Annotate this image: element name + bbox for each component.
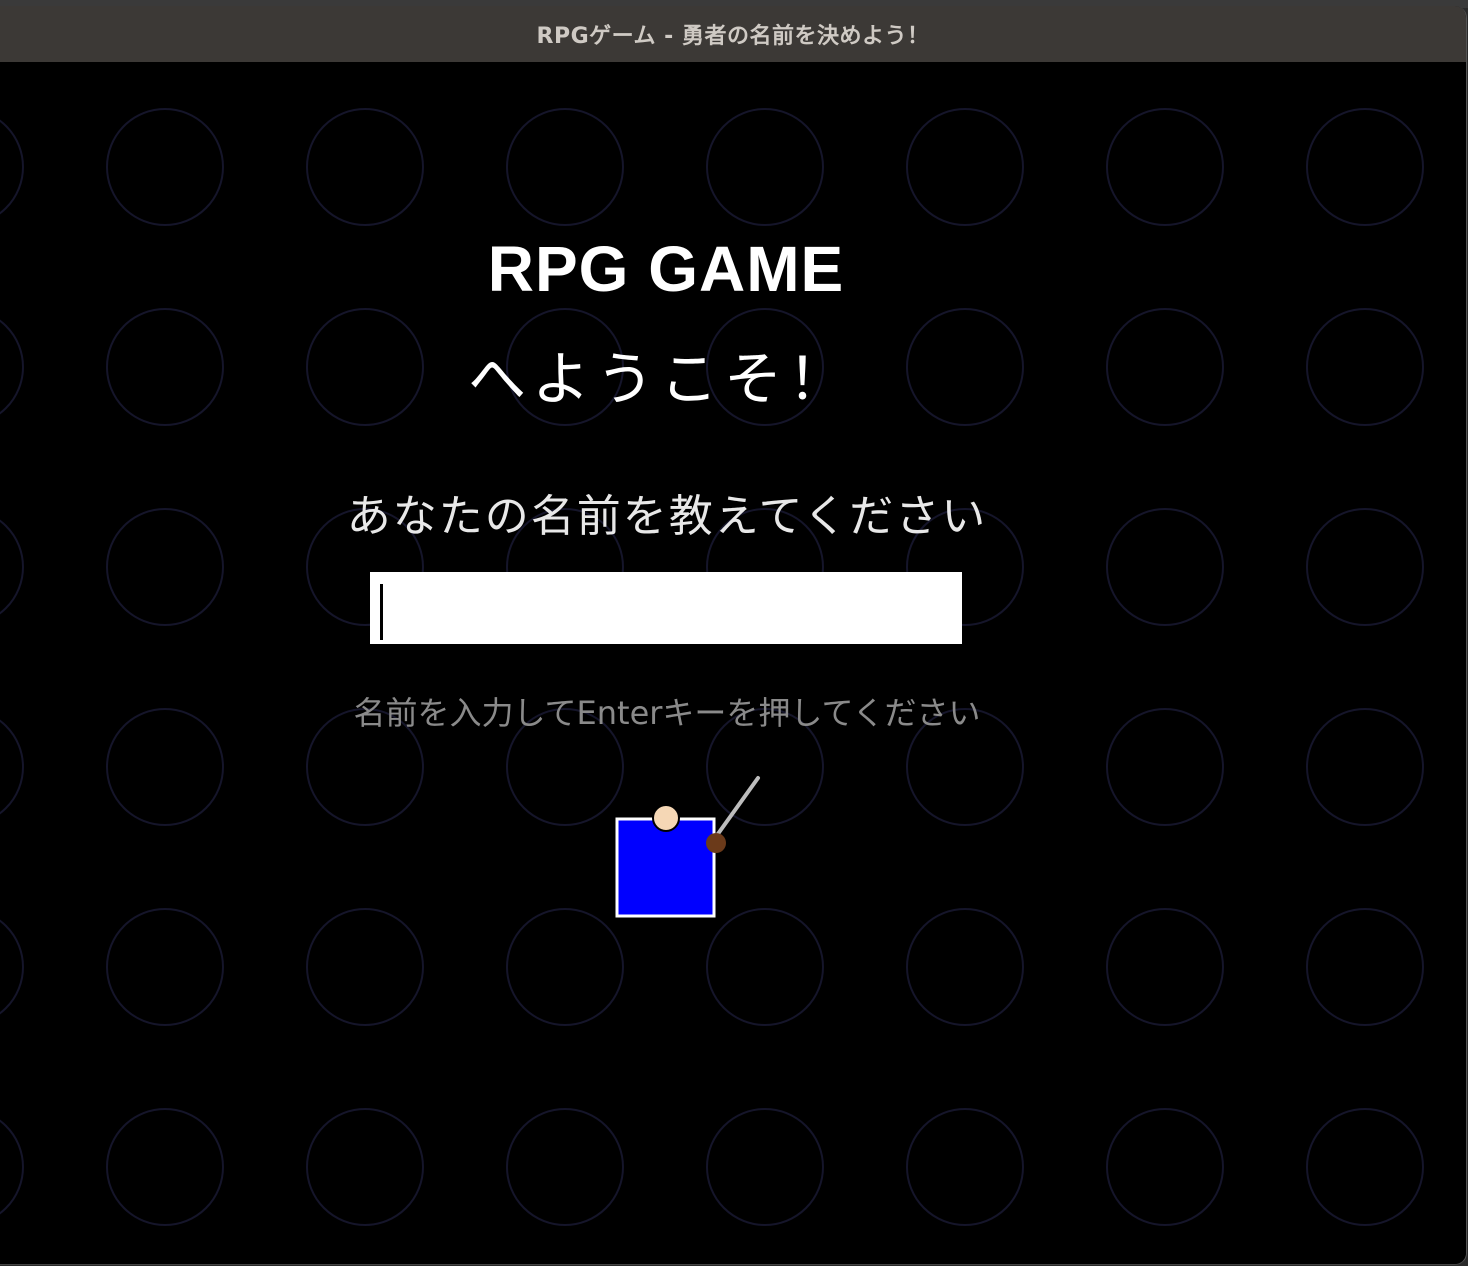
pattern-circle xyxy=(706,108,824,226)
pattern-circle xyxy=(0,1119,24,1215)
pattern-circle xyxy=(506,108,624,226)
hero-body xyxy=(615,817,716,918)
game-canvas: RPG GAME へようこそ！ あなたの名前を教えてください 名前を入力してEn… xyxy=(0,62,1466,1264)
pattern-circle xyxy=(0,919,24,1015)
pattern-circle xyxy=(306,108,424,226)
pattern-circle xyxy=(1106,108,1224,226)
window-title: RPGゲーム - 勇者の名前を決めよう！ xyxy=(536,24,930,49)
pattern-circle xyxy=(306,1108,424,1226)
pattern-circle xyxy=(1306,908,1424,1026)
hero-name-input[interactable] xyxy=(370,572,962,644)
pattern-circle xyxy=(906,108,1024,226)
pattern-circle xyxy=(706,1108,824,1226)
sword-blade xyxy=(713,776,760,840)
game-window: RPGゲーム - 勇者の名前を決めよう！ RPG GAME へようこそ！ あなた… xyxy=(0,6,1467,1265)
pattern-circle xyxy=(106,108,224,226)
pattern-circle xyxy=(1106,908,1224,1026)
game-title: RPG GAME xyxy=(487,233,845,305)
pattern-circle xyxy=(306,908,424,1026)
hero-head xyxy=(652,804,680,832)
text-caret xyxy=(380,584,383,640)
pattern-circle xyxy=(1106,1108,1224,1226)
pattern-circle xyxy=(106,908,224,1026)
pattern-circle xyxy=(706,908,824,1026)
welcome-text: へようこそ！ xyxy=(467,345,852,413)
name-prompt: あなたの名前を教えてください xyxy=(346,491,988,542)
pattern-circle xyxy=(906,1108,1024,1226)
pattern-circle xyxy=(1306,1108,1424,1226)
pattern-circle xyxy=(906,908,1024,1026)
hero-hand xyxy=(706,833,726,853)
pattern-circle xyxy=(506,908,624,1026)
hero-sprite-icon xyxy=(615,776,760,918)
pattern-circle xyxy=(0,119,24,215)
pattern-circle xyxy=(106,1108,224,1226)
pattern-circle xyxy=(1306,308,1424,426)
pattern-circle xyxy=(506,1108,624,1226)
window-titlebar[interactable]: RPGゲーム - 勇者の名前を決めよう！ xyxy=(0,6,1466,63)
enter-hint: 名前を入力してEnterキーを押してください xyxy=(353,694,981,732)
pattern-circle xyxy=(1306,108,1424,226)
